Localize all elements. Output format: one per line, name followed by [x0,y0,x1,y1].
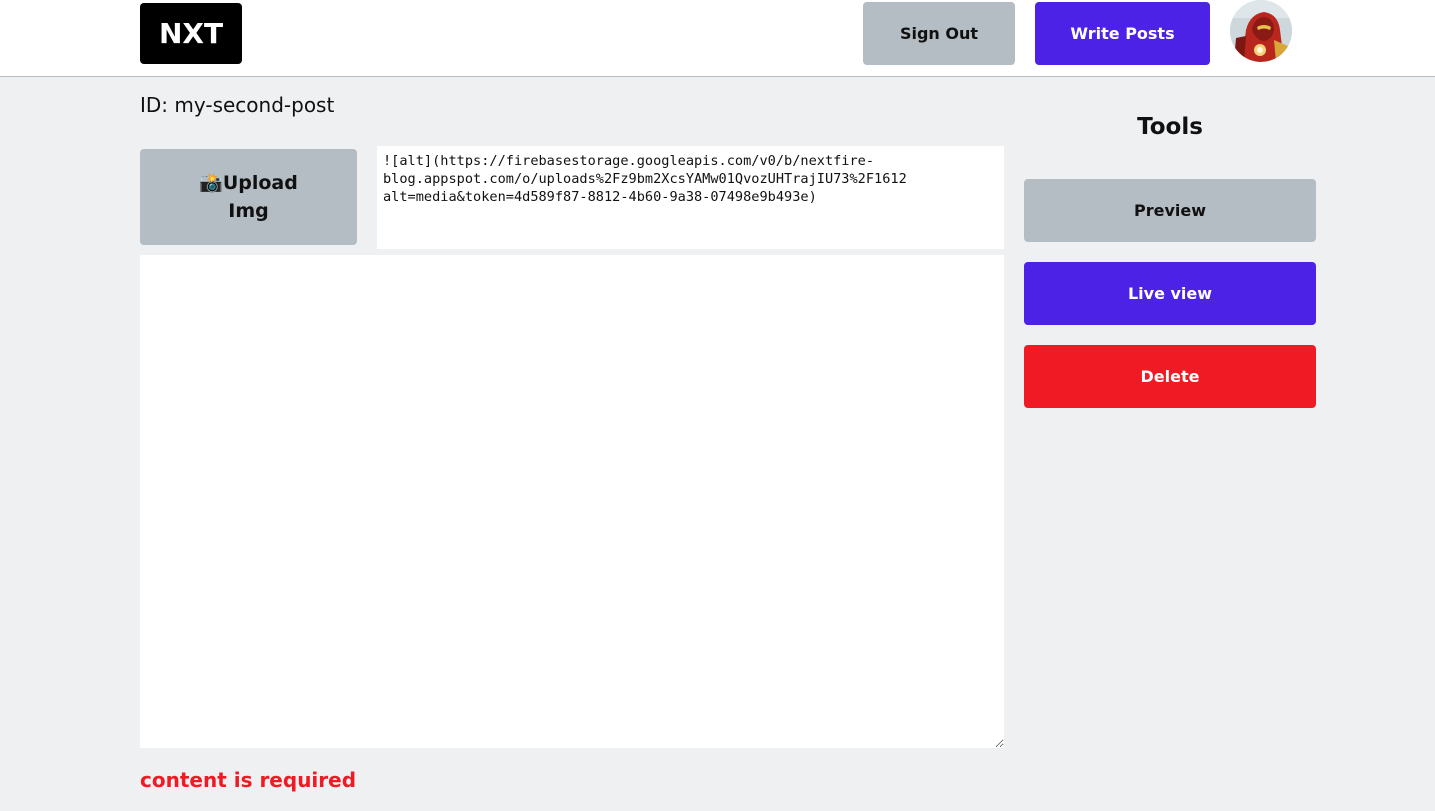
post-content-textarea[interactable] [140,255,1004,748]
content-error-message: content is required [140,768,357,792]
post-id-label: ID: my-second-post [140,93,335,117]
user-avatar-icon[interactable] [1230,0,1292,62]
live-view-button[interactable]: Live view [1024,262,1316,325]
upload-label-line1-wrap: 📸Upload [199,169,298,197]
upload-image-button[interactable]: 📸Upload Img [140,149,357,245]
upload-label-line1: Upload [222,172,298,194]
markdown-line-2: blog.appspot.com/o/uploads%2Fz9bm2XcsYAM… [383,171,907,187]
navbar: NXT Sign Out Write Posts [0,0,1435,77]
write-posts-button[interactable]: Write Posts [1035,2,1210,65]
logo-button[interactable]: NXT [140,3,242,64]
sign-out-button[interactable]: Sign Out [863,2,1015,65]
tools-heading: Tools [1137,114,1203,140]
delete-button[interactable]: Delete [1024,345,1316,408]
camera-flash-icon: 📸 [199,172,223,194]
avatar-image [1230,0,1292,62]
uploaded-image-markdown[interactable]: ![alt](https://firebasestorage.googleapi… [377,146,1004,249]
upload-label-line2: Img [228,200,269,222]
markdown-line-3: alt=media&token=4d589f87-8812-4b60-9a38-… [383,189,817,205]
markdown-line-1: ![alt](https://firebasestorage.googleapi… [383,153,875,169]
preview-button[interactable]: Preview [1024,179,1316,242]
